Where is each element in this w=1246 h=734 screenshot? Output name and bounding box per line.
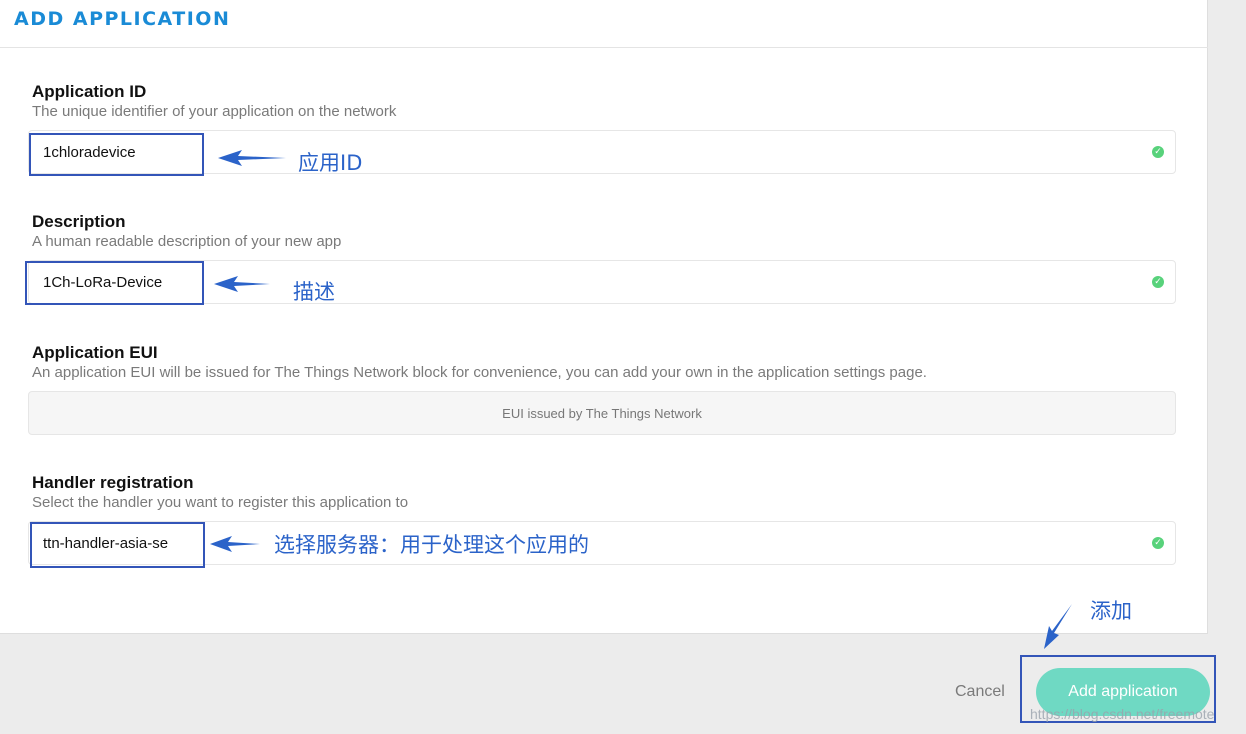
valid-check-icon: ✓	[1152, 276, 1164, 288]
valid-check-icon: ✓	[1152, 537, 1164, 549]
eui-help: An application EUI will be issued for Th…	[32, 364, 927, 381]
eui-input: EUI issued by The Things Network	[28, 391, 1176, 435]
add-annotation: 添加	[1090, 599, 1132, 623]
handler-help: Select the handler you want to register …	[32, 494, 409, 511]
eui-label: Application EUI	[32, 343, 158, 362]
handler-highlight-box	[30, 522, 205, 568]
card-header: ADD APPLICATION	[0, 0, 1208, 48]
description-highlight-box	[25, 261, 204, 305]
down-arrow-icon	[1044, 604, 1072, 649]
description-help: A human readable description of your new…	[32, 233, 342, 250]
handler-annotation: 选择服务器：用于处理这个应用的	[274, 533, 589, 557]
left-arrow-icon	[210, 536, 260, 552]
description-label: Description	[32, 212, 126, 231]
valid-check-icon: ✓	[1152, 146, 1164, 158]
cancel-button[interactable]: Cancel	[955, 683, 1005, 701]
page-title: ADD APPLICATION	[14, 8, 231, 30]
app-id-label: Application ID	[32, 82, 147, 101]
app-id-highlight-box	[29, 133, 204, 176]
handler-label: Handler registration	[32, 473, 194, 492]
left-arrow-icon	[214, 276, 270, 292]
description-annotation: 描述	[293, 280, 335, 304]
left-arrow-icon	[218, 150, 286, 166]
eui-placeholder: EUI issued by The Things Network	[502, 406, 702, 421]
app-id-annotation: 应用ID	[298, 151, 363, 175]
watermark: https://blog.csdn.net/freemote	[1030, 706, 1215, 722]
app-id-help: The unique identifier of your applicatio…	[32, 103, 397, 120]
